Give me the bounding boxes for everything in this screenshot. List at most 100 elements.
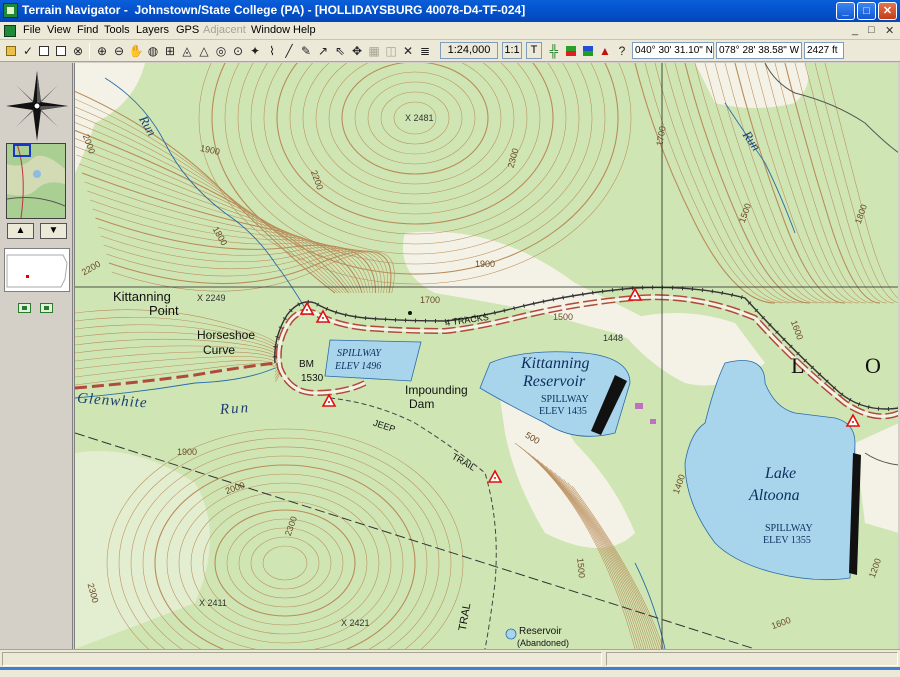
mdi-minimize-button[interactable]: _ bbox=[852, 24, 858, 36]
elevation-label: X 2481 bbox=[405, 113, 434, 123]
binoculars-icon[interactable]: ⊗ bbox=[70, 43, 86, 59]
compass-rose-icon[interactable] bbox=[4, 69, 70, 143]
checkmark-icon[interactable]: ✓ bbox=[20, 43, 36, 59]
menu-gps[interactable]: GPS bbox=[176, 24, 199, 36]
menu-window[interactable]: Window bbox=[251, 24, 290, 36]
label-dam: Dam bbox=[409, 397, 435, 411]
menu-file[interactable]: File bbox=[23, 24, 41, 36]
label-altoona: Altoona bbox=[749, 487, 800, 504]
hazard-marker-dot bbox=[494, 477, 496, 479]
overview-up-button[interactable]: ▲ bbox=[7, 223, 34, 239]
mdi-close-button[interactable]: ✕ bbox=[885, 24, 894, 37]
open-folder-icon[interactable] bbox=[3, 43, 19, 59]
overview-viewport-box[interactable] bbox=[13, 144, 31, 157]
terrain-3d-icon[interactable]: ▲ bbox=[597, 43, 613, 59]
pencil-icon[interactable]: ✎ bbox=[298, 43, 314, 59]
print-preview-icon[interactable] bbox=[36, 43, 52, 59]
menu-adjacent[interactable]: Adjacent bbox=[203, 24, 246, 36]
hazard-marker-dot bbox=[306, 309, 308, 311]
menu-help[interactable]: Help bbox=[293, 24, 316, 36]
elevation-label: X 2421 bbox=[341, 618, 370, 628]
copy-icon[interactable] bbox=[53, 43, 69, 59]
zoom-in-icon[interactable]: ⊕ bbox=[94, 43, 110, 59]
contour-label: 1700 bbox=[420, 295, 441, 305]
topo-map-view[interactable]: Kittanning Point Horseshoe Curve BM 1530… bbox=[74, 63, 898, 649]
contour-line bbox=[784, 63, 881, 304]
title-bar: Terrain Navigator - Johnstown/State Coll… bbox=[0, 0, 900, 22]
contour-line bbox=[90, 199, 371, 294]
hazard-marker-icon[interactable] bbox=[845, 413, 861, 427]
elevation-label: X 2411 bbox=[199, 598, 227, 608]
hazard-marker-icon[interactable] bbox=[487, 469, 503, 483]
minimize-button[interactable]: _ bbox=[836, 2, 855, 20]
zoom-out-icon[interactable]: ⊖ bbox=[111, 43, 127, 59]
elevation-readout: 2427 ft bbox=[804, 42, 844, 59]
label-bm: BM bbox=[299, 359, 314, 370]
contour-line bbox=[289, 63, 541, 215]
menu-view[interactable]: View bbox=[47, 24, 71, 36]
layers-icon[interactable]: ≣ bbox=[417, 43, 433, 59]
mdi-restore-button[interactable]: □ bbox=[868, 24, 875, 36]
draw-line-icon[interactable]: ╱ bbox=[281, 43, 297, 59]
menu-find[interactable]: Find bbox=[77, 24, 98, 36]
grid-overlay-icon[interactable]: ╬ bbox=[546, 43, 562, 59]
profile-icon[interactable]: △ bbox=[196, 43, 212, 59]
ruler-icon[interactable]: ⊞ bbox=[162, 43, 178, 59]
trace-icon[interactable]: ◫ bbox=[383, 43, 399, 59]
locator-map[interactable] bbox=[4, 248, 70, 292]
current-location-dot bbox=[26, 275, 29, 278]
area-measure-icon[interactable]: ◬ bbox=[179, 43, 195, 59]
longitude-readout: 078° 28' 38.58" W bbox=[716, 42, 802, 59]
contour-line bbox=[250, 536, 320, 590]
contour-line bbox=[100, 235, 382, 294]
compass-tool-icon[interactable]: ✦ bbox=[247, 43, 263, 59]
menu-layers[interactable]: Layers bbox=[136, 24, 169, 36]
contour-line bbox=[202, 500, 368, 626]
select-icon[interactable]: ⇖ bbox=[332, 43, 348, 59]
label-spillway-3: SPILLWAY bbox=[765, 523, 813, 534]
contour-line bbox=[328, 63, 502, 185]
label-spillway-2: SPILLWAY bbox=[541, 394, 589, 405]
label-spillway-1: SPILLWAY bbox=[337, 348, 381, 359]
window-title: Terrain Navigator - Johnstown/State Coll… bbox=[22, 3, 525, 17]
move-icon[interactable]: ✥ bbox=[349, 43, 365, 59]
label-big-l: L bbox=[791, 353, 805, 378]
app-icon[interactable] bbox=[3, 3, 18, 18]
contour-line bbox=[190, 491, 380, 635]
locator-zoom-out-icon[interactable] bbox=[18, 303, 31, 313]
overview-down-button[interactable]: ▼ bbox=[40, 223, 67, 239]
label-spillway-1-elev: ELEV 1496 bbox=[335, 361, 382, 372]
document-icon[interactable] bbox=[4, 25, 16, 37]
close-button[interactable]: ✕ bbox=[878, 2, 897, 20]
grid-icon[interactable]: ▦ bbox=[366, 43, 382, 59]
label-point: Point bbox=[149, 303, 179, 318]
status-panel-main bbox=[2, 652, 602, 666]
globe-icon[interactable]: ◍ bbox=[145, 43, 161, 59]
contour-line bbox=[302, 63, 528, 205]
building bbox=[408, 311, 412, 315]
delete-icon[interactable]: ✕ bbox=[400, 43, 416, 59]
hazard-marker-dot bbox=[322, 317, 324, 319]
overview-map[interactable] bbox=[6, 143, 66, 219]
hand-pan-icon[interactable]: ✋ bbox=[128, 43, 144, 59]
building bbox=[635, 403, 643, 409]
overlay-toggle-icon[interactable] bbox=[580, 43, 596, 59]
scale-selector[interactable]: 1:24,000 bbox=[440, 42, 498, 59]
help-pointer-icon[interactable]: ? bbox=[614, 43, 630, 59]
route-icon[interactable]: ⌇ bbox=[264, 43, 280, 59]
overview-nav: ▲ ▼ bbox=[7, 223, 67, 239]
waypoint-icon[interactable]: ⊙ bbox=[230, 43, 246, 59]
arrow-draw-icon[interactable]: ↗ bbox=[315, 43, 331, 59]
one-to-one-button[interactable]: 1:1 bbox=[502, 42, 522, 59]
open-land-area bbox=[695, 63, 809, 108]
locator-zoom-in-icon[interactable] bbox=[40, 303, 53, 313]
menu-tools[interactable]: Tools bbox=[104, 24, 130, 36]
target-icon[interactable]: ◎ bbox=[213, 43, 229, 59]
maximize-button[interactable]: □ bbox=[857, 2, 876, 20]
toolbar-separator bbox=[89, 43, 90, 59]
layer-toggle-icon[interactable] bbox=[563, 43, 579, 59]
label-curve: Curve bbox=[203, 343, 236, 357]
hazard-marker-icon[interactable] bbox=[321, 393, 337, 407]
hazard-marker-icon[interactable] bbox=[627, 287, 643, 301]
text-tool-button[interactable]: T bbox=[526, 42, 542, 59]
